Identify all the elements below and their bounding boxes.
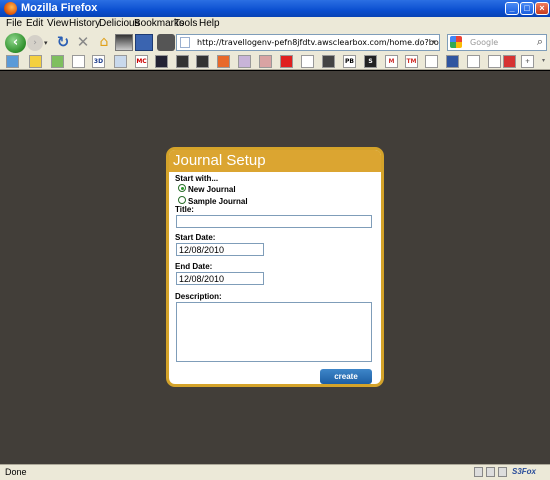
page-content: Journal Setup Start with... New Journal … bbox=[0, 71, 550, 464]
sample-journal-radio[interactable] bbox=[178, 196, 186, 204]
bookmark-icon[interactable] bbox=[155, 55, 168, 68]
search-icon[interactable]: ⌕ bbox=[537, 34, 543, 49]
bookmark-icon[interactable] bbox=[72, 55, 85, 68]
bookmark-tm[interactable]: TM bbox=[405, 55, 418, 68]
start-date-input[interactable]: 12/08/2010 bbox=[176, 243, 264, 256]
search-placeholder: Google bbox=[470, 38, 499, 47]
page-icon bbox=[180, 37, 190, 48]
start-with-label: Start with... bbox=[175, 174, 219, 183]
end-date-label: End Date: bbox=[175, 262, 213, 271]
home-icon[interactable]: ⌂ bbox=[95, 34, 113, 51]
bookmark-icon[interactable] bbox=[446, 55, 459, 68]
window-title: Mozilla Firefox bbox=[21, 2, 98, 14]
bookmark-icon[interactable] bbox=[503, 55, 516, 68]
search-input[interactable]: Google ⌕ bbox=[447, 34, 547, 51]
blogger-icon[interactable] bbox=[217, 55, 230, 68]
status-text: Done bbox=[5, 467, 27, 477]
bookmark-icon[interactable] bbox=[259, 55, 272, 68]
bookmark-icon[interactable] bbox=[322, 55, 335, 68]
s3fox-status[interactable]: S3Fox bbox=[512, 467, 536, 476]
navigation-toolbar: ‹ › ▾ ↻ ✕ ⌂ http://travellogenv-pefn8jfd… bbox=[0, 31, 550, 54]
bookmark-mc[interactable]: MC bbox=[135, 55, 148, 68]
menu-edit[interactable]: Edit bbox=[26, 18, 43, 29]
forward-button[interactable]: › bbox=[27, 35, 43, 51]
status-addon-icon[interactable] bbox=[474, 467, 483, 477]
bookmark-icon[interactable] bbox=[196, 55, 209, 68]
create-journal-button[interactable]: create journal bbox=[320, 369, 372, 384]
mail-icon[interactable] bbox=[498, 467, 507, 477]
description-label: Description: bbox=[175, 292, 222, 301]
panel-title: Journal Setup bbox=[173, 152, 266, 169]
bookmark-add-icon[interactable]: + bbox=[521, 55, 534, 68]
firefox-logo-icon bbox=[4, 2, 17, 15]
bookmark-3d[interactable]: 3D bbox=[92, 55, 105, 68]
toolbar-addon-icon[interactable] bbox=[135, 34, 153, 51]
bookmark-s[interactable]: S bbox=[364, 55, 377, 68]
menu-tools[interactable]: Tools bbox=[174, 18, 197, 29]
minimize-button[interactable]: _ bbox=[505, 2, 519, 15]
menu-bar: File Edit View History Delicious Bookmar… bbox=[0, 17, 550, 31]
bookmark-icon[interactable] bbox=[488, 55, 501, 68]
panel-header: Journal Setup bbox=[169, 150, 381, 172]
bookmark-icon[interactable] bbox=[238, 55, 251, 68]
menu-help[interactable]: Help bbox=[199, 18, 220, 29]
menu-history[interactable]: History bbox=[69, 18, 100, 29]
bookmarks-overflow-icon[interactable]: ▾ bbox=[539, 55, 548, 68]
bookmark-icon[interactable] bbox=[29, 55, 42, 68]
tag-icon[interactable] bbox=[157, 34, 175, 51]
journal-setup-panel: Journal Setup Start with... New Journal … bbox=[166, 147, 384, 387]
description-textarea[interactable] bbox=[176, 302, 372, 362]
sample-journal-label[interactable]: Sample Journal bbox=[188, 197, 248, 206]
stop-icon[interactable]: ✕ bbox=[74, 34, 92, 51]
bookmark-icon[interactable] bbox=[467, 55, 480, 68]
bookmark-icon[interactable] bbox=[6, 55, 19, 68]
bookmark-icon[interactable] bbox=[114, 55, 127, 68]
maximize-button[interactable]: □ bbox=[520, 2, 534, 15]
new-journal-label[interactable]: New Journal bbox=[188, 185, 236, 194]
toolbar-addon-icon[interactable] bbox=[115, 34, 133, 51]
new-journal-radio[interactable] bbox=[178, 184, 186, 192]
close-button[interactable]: × bbox=[535, 2, 549, 15]
bookmark-pb[interactable]: PB bbox=[343, 55, 356, 68]
bookmark-icon[interactable] bbox=[176, 55, 189, 68]
bookmark-icon[interactable] bbox=[51, 55, 64, 68]
end-date-input[interactable]: 12/08/2010 bbox=[176, 272, 264, 285]
menu-file[interactable]: File bbox=[6, 18, 22, 29]
status-addon-icon[interactable] bbox=[486, 467, 495, 477]
history-dropdown-icon[interactable]: ▾ bbox=[44, 36, 50, 50]
bookmark-star-icon[interactable]: ☆ bbox=[414, 35, 424, 50]
bookmark-gmail[interactable]: M bbox=[385, 55, 398, 68]
back-button[interactable]: ‹ bbox=[5, 33, 26, 53]
bookmark-icon[interactable] bbox=[425, 55, 438, 68]
bookmark-icon[interactable] bbox=[301, 55, 314, 68]
bookmarks-toolbar: 3D MC PB S M TM + ▾ bbox=[0, 54, 550, 70]
url-dropdown-icon[interactable]: ▾ bbox=[432, 35, 436, 50]
window-title-bar: Mozilla Firefox _ □ × bbox=[0, 0, 550, 17]
google-icon[interactable] bbox=[450, 36, 462, 48]
start-date-label: Start Date: bbox=[175, 233, 216, 242]
status-bar: Done S3Fox bbox=[0, 464, 550, 480]
url-text: http://travellogenv-pefn8jfdtv.awsclearb… bbox=[197, 38, 439, 47]
title-label: Title: bbox=[175, 205, 194, 214]
menu-view[interactable]: View bbox=[47, 18, 69, 29]
title-input[interactable] bbox=[176, 215, 372, 228]
url-bar[interactable]: http://travellogenv-pefn8jfdtv.awsclearb… bbox=[176, 34, 440, 51]
reload-icon[interactable]: ↻ bbox=[54, 34, 72, 51]
bookmark-icon[interactable] bbox=[280, 55, 293, 68]
